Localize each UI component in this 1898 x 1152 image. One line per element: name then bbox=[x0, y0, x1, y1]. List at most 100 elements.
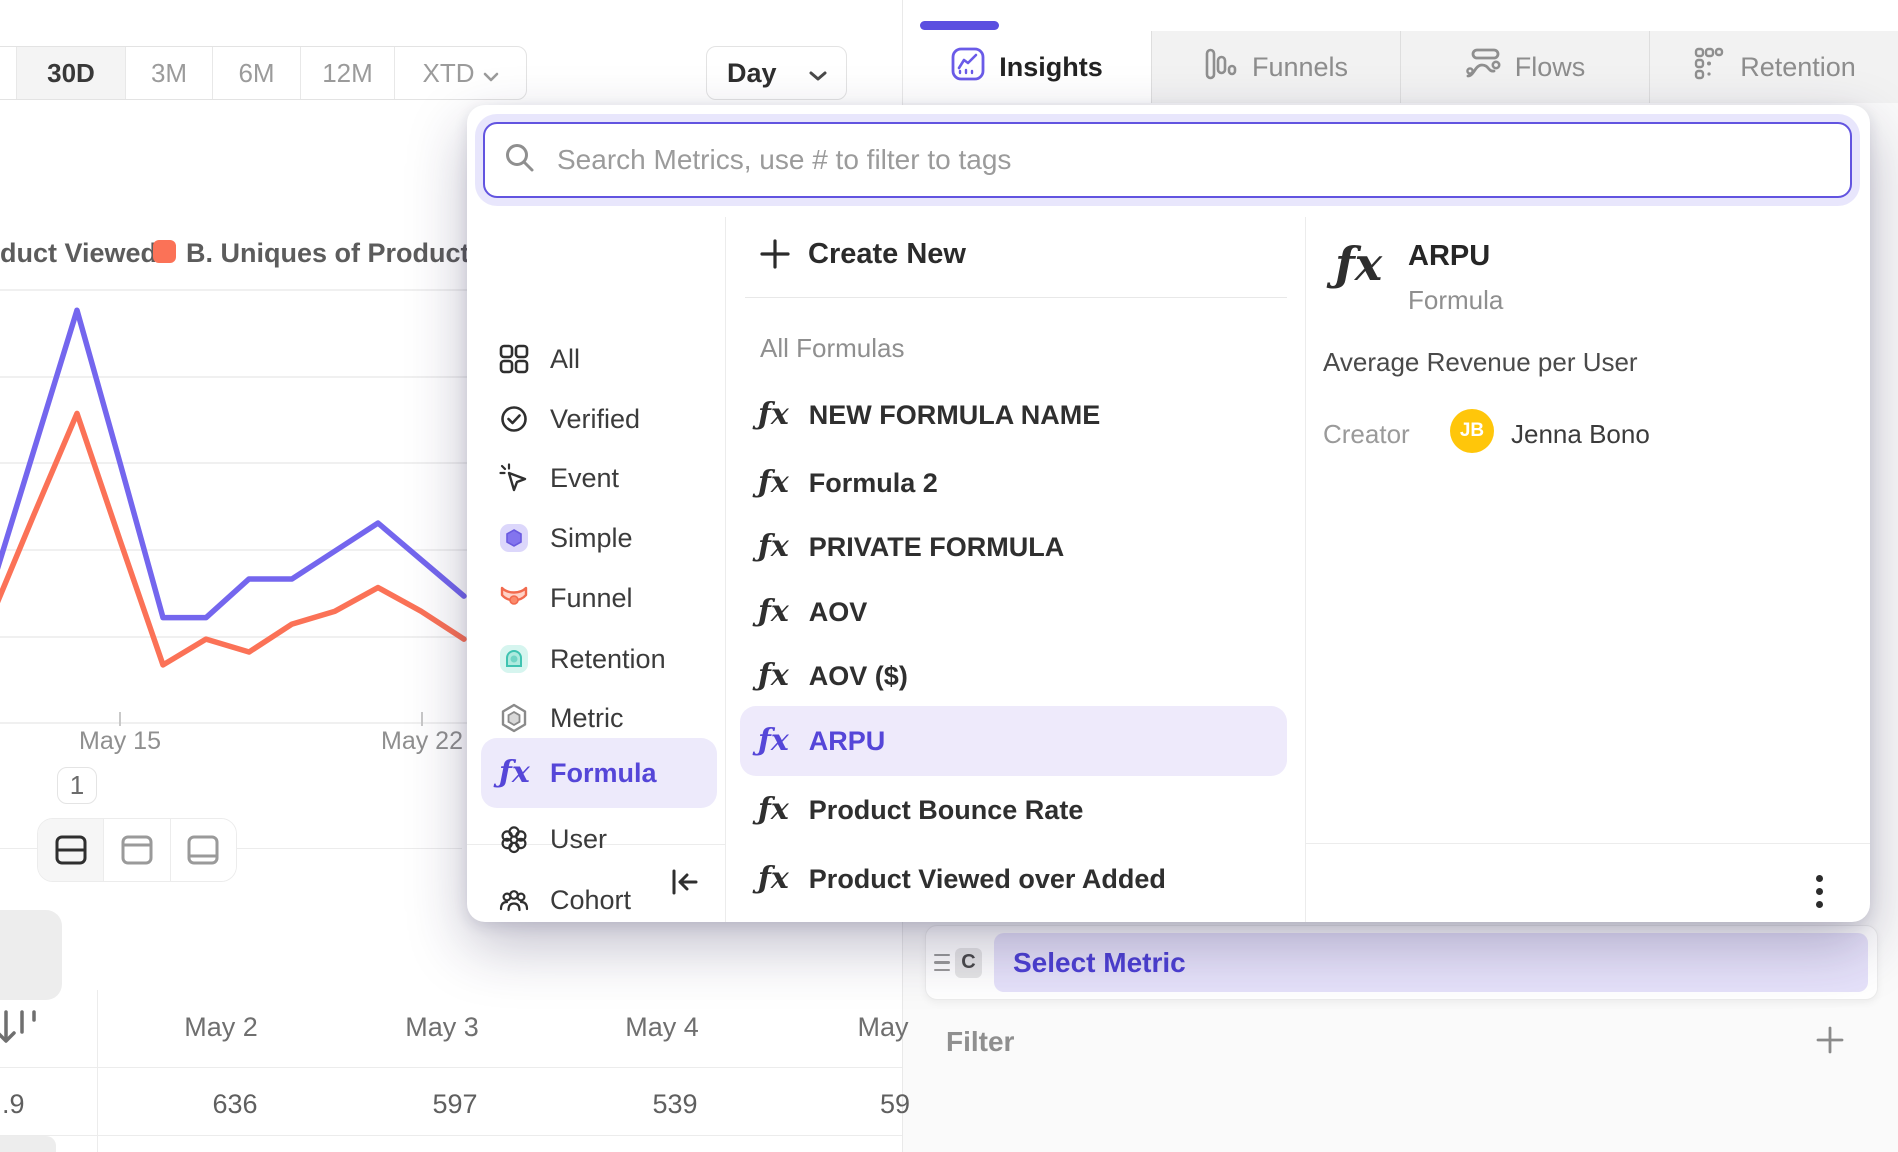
creator-name: Jenna Bono bbox=[1511, 419, 1650, 450]
filter-section-label: Filter bbox=[946, 1026, 1014, 1058]
sidebar-item-verified[interactable]: Verified bbox=[481, 389, 717, 449]
table-column-header[interactable]: May bbox=[857, 1012, 908, 1043]
add-filter-button[interactable] bbox=[1812, 1022, 1848, 1058]
funnels-icon bbox=[1204, 47, 1238, 88]
x-tick-label: May 15 bbox=[79, 727, 161, 756]
sidebar-item-label: Funnel bbox=[550, 583, 633, 614]
sidebar-item-all[interactable]: All bbox=[481, 329, 717, 389]
formula-fx-icon: ƒx bbox=[758, 864, 789, 894]
search-input[interactable] bbox=[557, 144, 1850, 176]
collapse-sidebar-icon[interactable] bbox=[663, 861, 705, 903]
range-button-12m[interactable]: 12M bbox=[300, 47, 394, 99]
formula-item-label: ARPU bbox=[809, 726, 886, 757]
formula-item-label: Product Bounce Rate bbox=[809, 795, 1084, 826]
detail-title: ARPU bbox=[1408, 240, 1490, 273]
sidebar-item-funnel[interactable]: Funnel bbox=[481, 568, 717, 628]
sidebar-item-retention[interactable]: Retention bbox=[481, 629, 717, 689]
formula-item[interactable]: ƒxARPU bbox=[740, 706, 1287, 776]
table-row-divider bbox=[0, 1135, 902, 1136]
layout-toggle-group bbox=[37, 818, 237, 882]
formula-item-label: AOV bbox=[809, 597, 868, 628]
create-new-label: Create New bbox=[808, 238, 966, 271]
table-column-header[interactable]: May 4 bbox=[625, 1012, 699, 1043]
granularity-label: Day bbox=[727, 58, 777, 89]
tab-insights[interactable]: Insights bbox=[903, 31, 1151, 103]
layout-toggle-panel-top[interactable] bbox=[103, 819, 169, 881]
metric-series-badge: C bbox=[955, 948, 982, 978]
chevron-down-icon bbox=[808, 58, 828, 89]
formula-item[interactable]: ƒx Formula 2 bbox=[740, 451, 1287, 515]
drag-handle-icon[interactable] bbox=[934, 954, 950, 972]
report-tabs: Insights Funnels Flows Retention bbox=[903, 31, 1898, 103]
table-cell: 636 bbox=[212, 1089, 257, 1120]
table-header-divider bbox=[0, 1067, 902, 1068]
plus-icon bbox=[760, 239, 790, 269]
metric-row-card: C Select Metric bbox=[925, 925, 1878, 1000]
event-icon bbox=[499, 463, 529, 493]
formula-item-label: NEW FORMULA NAME bbox=[809, 400, 1100, 431]
range-button-3m[interactable]: 3M bbox=[125, 47, 212, 99]
flows-icon bbox=[1465, 47, 1501, 88]
tab-flows[interactable]: Flows bbox=[1400, 31, 1649, 103]
range-button-30d[interactable]: 30D bbox=[16, 47, 125, 99]
table-cell: 59 bbox=[880, 1089, 910, 1120]
tab-funnels[interactable]: Funnels bbox=[1151, 31, 1400, 103]
formula-fx-icon: ƒx bbox=[758, 468, 789, 498]
create-new-button[interactable]: Create New bbox=[760, 230, 1280, 278]
formula-fx-icon: ƒx bbox=[758, 400, 789, 430]
formula-item-label: Formula 2 bbox=[809, 468, 938, 499]
table-row-label: .9 bbox=[2, 1089, 25, 1120]
sidebar-item-formula[interactable]: ƒx Formula bbox=[481, 738, 717, 808]
sidebar-item-event[interactable]: Event bbox=[481, 448, 717, 508]
range-button-xtd[interactable]: XTD bbox=[394, 47, 526, 99]
formula-item[interactable]: ƒxAOV ($) bbox=[740, 644, 1287, 708]
cohort-icon bbox=[499, 885, 529, 915]
sidebar-item-label: Metric bbox=[550, 703, 624, 734]
more-options-icon[interactable] bbox=[1802, 867, 1836, 915]
detail-description: Average Revenue per User bbox=[1323, 347, 1638, 378]
legend-label: duct Viewed bbox=[0, 238, 157, 268]
formula-item[interactable]: ƒx PRIVATE FORMULA bbox=[740, 515, 1287, 579]
sidebar-item-simple[interactable]: Simple bbox=[481, 508, 717, 568]
simple-icon bbox=[499, 523, 529, 553]
layout-toggle-panel-bottom[interactable] bbox=[170, 819, 236, 881]
formula-fx-icon: ƒx bbox=[758, 532, 789, 562]
retention-icon bbox=[499, 644, 529, 674]
tab-retention[interactable]: Retention bbox=[1649, 31, 1898, 103]
sort-icon[interactable] bbox=[0, 1006, 44, 1055]
range-partial[interactable] bbox=[0, 47, 16, 99]
avatar: JB bbox=[1450, 409, 1494, 453]
table-column-header[interactable]: May 2 bbox=[184, 1012, 258, 1043]
sidebar-item-label: Retention bbox=[550, 644, 666, 675]
select-metric-button[interactable]: Select Metric bbox=[994, 933, 1868, 992]
formula-item[interactable]: ƒx Product Bounce Rate bbox=[740, 778, 1287, 842]
formula-fx-icon: ƒx bbox=[758, 795, 789, 825]
creator-label: Creator bbox=[1323, 419, 1410, 450]
formula-item[interactable]: ƒx Product Viewed over Added bbox=[740, 847, 1287, 911]
formula-item-label: PRIVATE FORMULA bbox=[809, 532, 1065, 563]
tab-label: Funnels bbox=[1252, 52, 1348, 83]
x-tick-label: May 22 bbox=[381, 727, 463, 756]
granularity-dropdown[interactable]: Day bbox=[706, 46, 847, 100]
tab-label: Retention bbox=[1740, 52, 1856, 83]
formula-icon: ƒx bbox=[499, 758, 529, 788]
detail-type: Formula bbox=[1408, 285, 1503, 316]
formula-item[interactable]: ƒx NEW FORMULA NAME bbox=[740, 383, 1287, 447]
sidebar-item-label: Event bbox=[550, 463, 619, 494]
insights-icon bbox=[951, 47, 985, 88]
layout-toggle-split-horizontal[interactable] bbox=[38, 819, 103, 881]
search-bar bbox=[483, 122, 1852, 198]
retention-tab-icon bbox=[1692, 47, 1726, 88]
formula-item-label: Product Viewed over Added bbox=[809, 864, 1166, 895]
formula-item[interactable]: ƒx AOV bbox=[740, 580, 1287, 644]
formula-fx-icon: ƒx bbox=[758, 597, 789, 627]
table-column-divider bbox=[97, 990, 98, 1152]
sidebar-item-label: Formula bbox=[550, 758, 657, 789]
sidebar-item-user[interactable]: User bbox=[481, 809, 717, 869]
table-column-header[interactable]: May 3 bbox=[405, 1012, 479, 1043]
range-button-6m[interactable]: 6M bbox=[212, 47, 300, 99]
table-cell: 597 bbox=[432, 1089, 477, 1120]
page-number-button[interactable]: 1 bbox=[57, 767, 97, 804]
formula-fx-icon: ƒx bbox=[758, 661, 789, 691]
metric-icon bbox=[499, 703, 529, 733]
